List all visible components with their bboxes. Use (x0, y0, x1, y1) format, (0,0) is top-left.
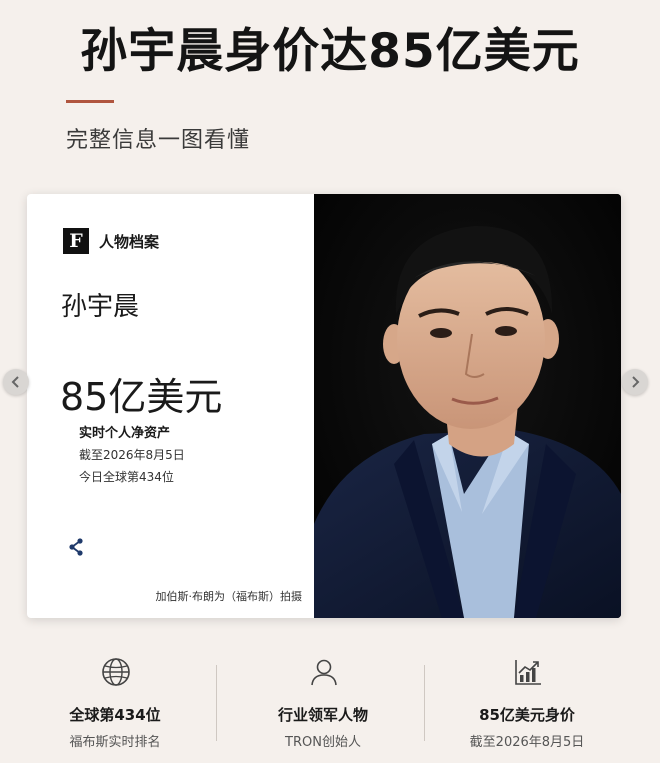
carousel-prev-button[interactable] (3, 369, 29, 395)
subheadline: 完整信息一图看懂 (66, 128, 251, 153)
stat-subtitle: 福布斯实时排名 (69, 735, 161, 750)
chevron-right-icon (632, 376, 640, 388)
growth-chart-icon (515, 660, 541, 685)
stat-subtitle: TRON创始人 (285, 735, 361, 750)
net-worth-label: 实时个人净资产 (79, 426, 171, 441)
headline: 孙宇晨身价达85亿美元 (80, 24, 580, 79)
user-icon (311, 659, 337, 686)
stats-row: 全球第434位 福布斯实时排名 行业领军人物 TRON创始人 85亿美元身价 截… (0, 640, 660, 763)
rank-today: 今日全球第434位 (79, 470, 174, 484)
profile-carousel: F 人物档案 孙宇晨 85亿美元 实时个人净资产 截至2026年8月5日 今日全… (0, 180, 660, 630)
profile-header: F 人物档案 (63, 228, 159, 254)
stat-global-rank: 全球第434位 福布斯实时排名 (10, 640, 220, 763)
photo-credit: 加伯斯·布朗为（福布斯）拍摄 (155, 590, 303, 603)
stat-subtitle: 截至2026年8月5日 (469, 735, 585, 750)
profile-card: F 人物档案 孙宇晨 85亿美元 实时个人净资产 截至2026年8月5日 今日全… (27, 194, 621, 618)
profile-info-panel: F 人物档案 孙宇晨 85亿美元 实时个人净资产 截至2026年8月5日 今日全… (27, 194, 314, 618)
carousel-next-button[interactable] (622, 369, 648, 395)
chevron-left-icon (11, 376, 19, 388)
portrait-photo (314, 194, 621, 618)
stat-title: 全球第434位 (69, 706, 161, 724)
profile-section-label: 人物档案 (99, 232, 160, 251)
brand-logo: F (63, 228, 89, 254)
net-worth-value: 85亿美元 (60, 375, 223, 419)
stat-title: 行业领军人物 (277, 706, 368, 724)
stat-divider (216, 665, 217, 741)
stat-industry-leader: 行业领军人物 TRON创始人 (218, 640, 428, 763)
person-name: 孙宇晨 (61, 292, 140, 322)
accent-divider (66, 100, 114, 103)
share-icon[interactable] (65, 536, 87, 558)
stat-net-worth: 85亿美元身价 截至2026年8月5日 (422, 640, 632, 763)
stat-title: 85亿美元身价 (479, 706, 575, 724)
globe-icon (102, 658, 130, 686)
as-of-date: 截至2026年8月5日 (79, 448, 185, 462)
